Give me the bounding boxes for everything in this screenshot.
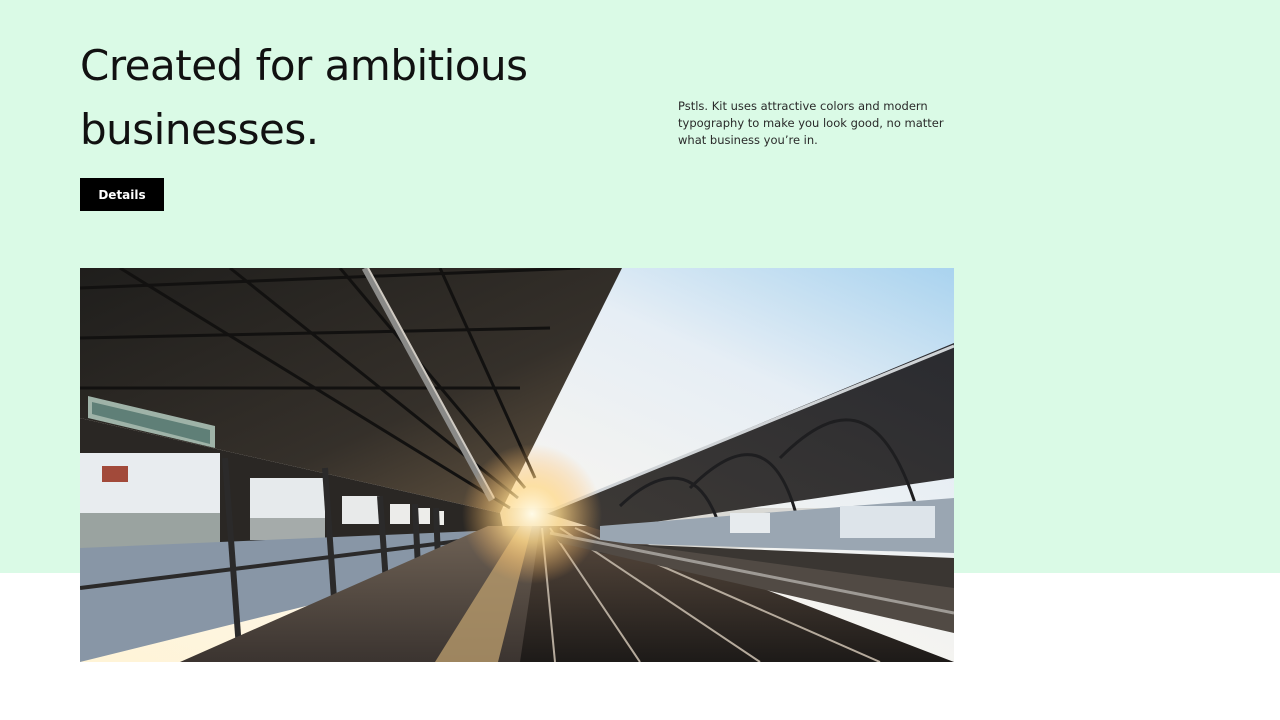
hero-description: Pstls. Kit uses attractive colors and mo… xyxy=(678,99,944,147)
train-station-photo xyxy=(80,268,954,662)
details-button[interactable]: Details xyxy=(80,178,164,211)
hero-headline: Created for ambitious businesses. xyxy=(80,41,528,154)
page: Created for ambitious businesses. Pstls.… xyxy=(0,0,1280,720)
